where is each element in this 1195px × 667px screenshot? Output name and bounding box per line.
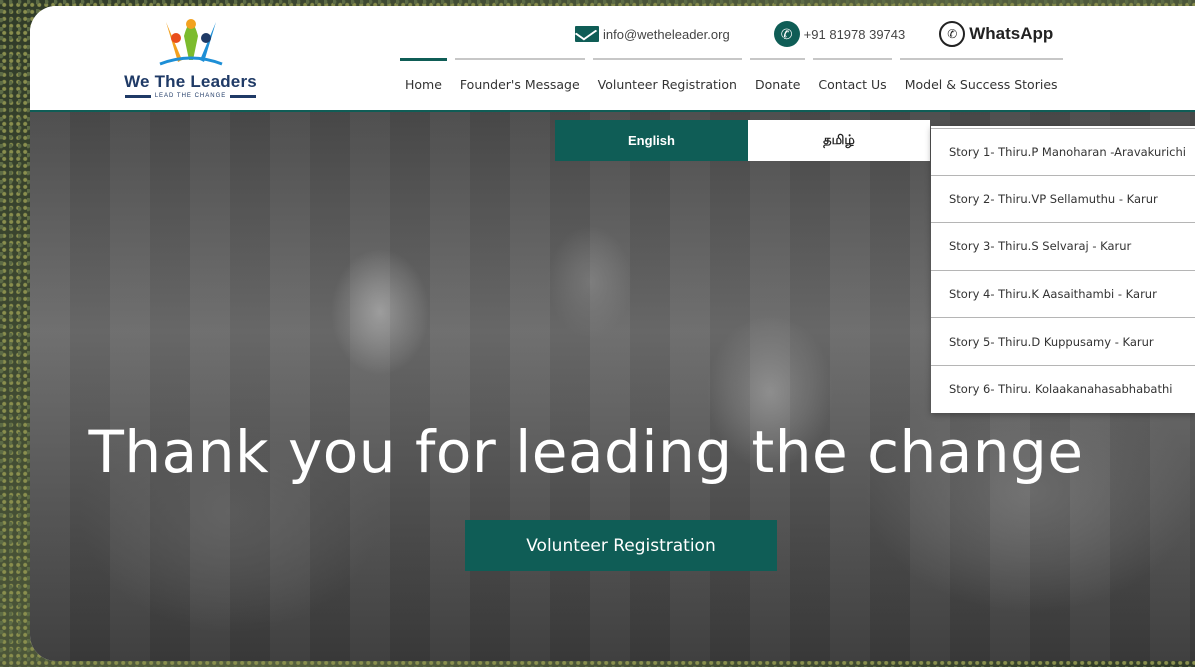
nav-home[interactable]: Home xyxy=(396,58,451,110)
nav-contact-us-label: Contact Us xyxy=(818,76,887,92)
whatsapp-link[interactable]: ✆ WhatsApp xyxy=(939,21,1053,47)
phone-text: +91 81978 39743 xyxy=(803,26,906,42)
whatsapp-text: WhatsApp xyxy=(969,24,1054,43)
whatsapp-icon: ✆ xyxy=(939,21,966,47)
contact-bar: info@wetheleader.org ✆ +91 81978 39743 ✆… xyxy=(575,20,1053,48)
language-english[interactable]: English xyxy=(555,120,748,161)
mail-icon xyxy=(575,26,599,42)
nav-volunteer-registration-label: Volunteer Registration xyxy=(597,76,737,92)
nav-model-success-stories-label: Model & Success Stories xyxy=(904,76,1058,92)
tagline-text: LEAD THE CHANGE xyxy=(154,93,227,99)
nav-volunteer-registration[interactable]: Volunteer Registration xyxy=(589,58,746,110)
hero-title: Thank you for leading the change xyxy=(88,418,1084,486)
nav-contact-us[interactable]: Contact Us xyxy=(809,58,895,110)
tagline-bar-right xyxy=(230,94,257,98)
story-item-2[interactable]: Story 2- Thiru.VP Sellamuthu - Karur xyxy=(931,176,1195,224)
story-item-5[interactable]: Story 5- Thiru.D Kuppusamy - Karur xyxy=(931,318,1195,366)
site-header: We The Leaders LEAD THE CHANGE info@weth… xyxy=(30,6,1195,112)
phone-link[interactable]: ✆ +91 81978 39743 xyxy=(773,21,906,47)
email-link[interactable]: info@wetheleader.org xyxy=(575,26,730,42)
brand-tagline: LEAD THE CHANGE xyxy=(118,93,263,99)
leaders-logo-icon xyxy=(158,19,223,66)
stories-dropdown: Story 1- Thiru.P Manoharan -Aravakurichi… xyxy=(931,126,1195,413)
nav-donate[interactable]: Donate xyxy=(746,58,809,110)
browser-frame: We The Leaders LEAD THE CHANGE info@weth… xyxy=(30,6,1195,661)
story-item-4[interactable]: Story 4- Thiru.K Aasaithambi - Karur xyxy=(931,271,1195,319)
nav-model-success-stories[interactable]: Model & Success Stories xyxy=(896,58,1067,110)
nav-home-label: Home xyxy=(405,76,442,92)
story-item-3[interactable]: Story 3- Thiru.S Selvaraj - Karur xyxy=(931,223,1195,271)
language-switcher: English தமிழ் xyxy=(555,120,930,161)
tagline-bar-left xyxy=(124,94,151,98)
story-item-1[interactable]: Story 1- Thiru.P Manoharan -Aravakurichi xyxy=(931,128,1195,176)
story-item-6[interactable]: Story 6- Thiru. Kolaakanahasabhabathi xyxy=(931,366,1195,413)
phone-icon: ✆ xyxy=(773,21,800,47)
site-logo[interactable]: We The Leaders LEAD THE CHANGE xyxy=(118,14,263,104)
language-tamil[interactable]: தமிழ் xyxy=(748,120,930,161)
volunteer-registration-button[interactable]: Volunteer Registration xyxy=(465,520,777,571)
main-nav: Home Founder's Message Volunteer Registr… xyxy=(396,58,1067,110)
nav-founders-message[interactable]: Founder's Message xyxy=(451,58,589,110)
brand-name: We The Leaders xyxy=(124,72,257,91)
email-text: info@wetheleader.org xyxy=(603,26,730,42)
nav-donate-label: Donate xyxy=(754,76,801,92)
nav-founders-message-label: Founder's Message xyxy=(459,76,580,92)
